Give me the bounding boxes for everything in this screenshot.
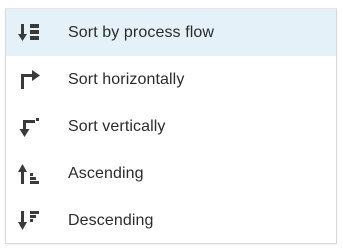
menu-item-sort-vertically[interactable]: Sort vertically [6, 103, 336, 150]
menu-item-label: Sort vertically [68, 117, 166, 135]
menu-item-label: Descending [68, 211, 154, 229]
menu-item-sort-horizontally[interactable]: Sort horizontally [6, 56, 336, 103]
sort-horizontal-icon [17, 67, 43, 93]
sort-ascending-icon [17, 161, 43, 187]
sort-process-flow-icon [17, 20, 43, 46]
sort-vertical-icon [17, 114, 43, 140]
sort-descending-icon [17, 208, 43, 234]
menu-item-label: Sort by process flow [68, 23, 215, 41]
menu-item-descending[interactable]: Descending [6, 197, 336, 244]
menu-item-label: Sort horizontally [68, 70, 185, 88]
sort-menu: Sort by process flow Sort horizontally S… [5, 8, 337, 244]
menu-item-ascending[interactable]: Ascending [6, 150, 336, 197]
menu-item-label: Ascending [68, 164, 144, 182]
menu-item-sort-by-process-flow[interactable]: Sort by process flow [6, 9, 336, 56]
